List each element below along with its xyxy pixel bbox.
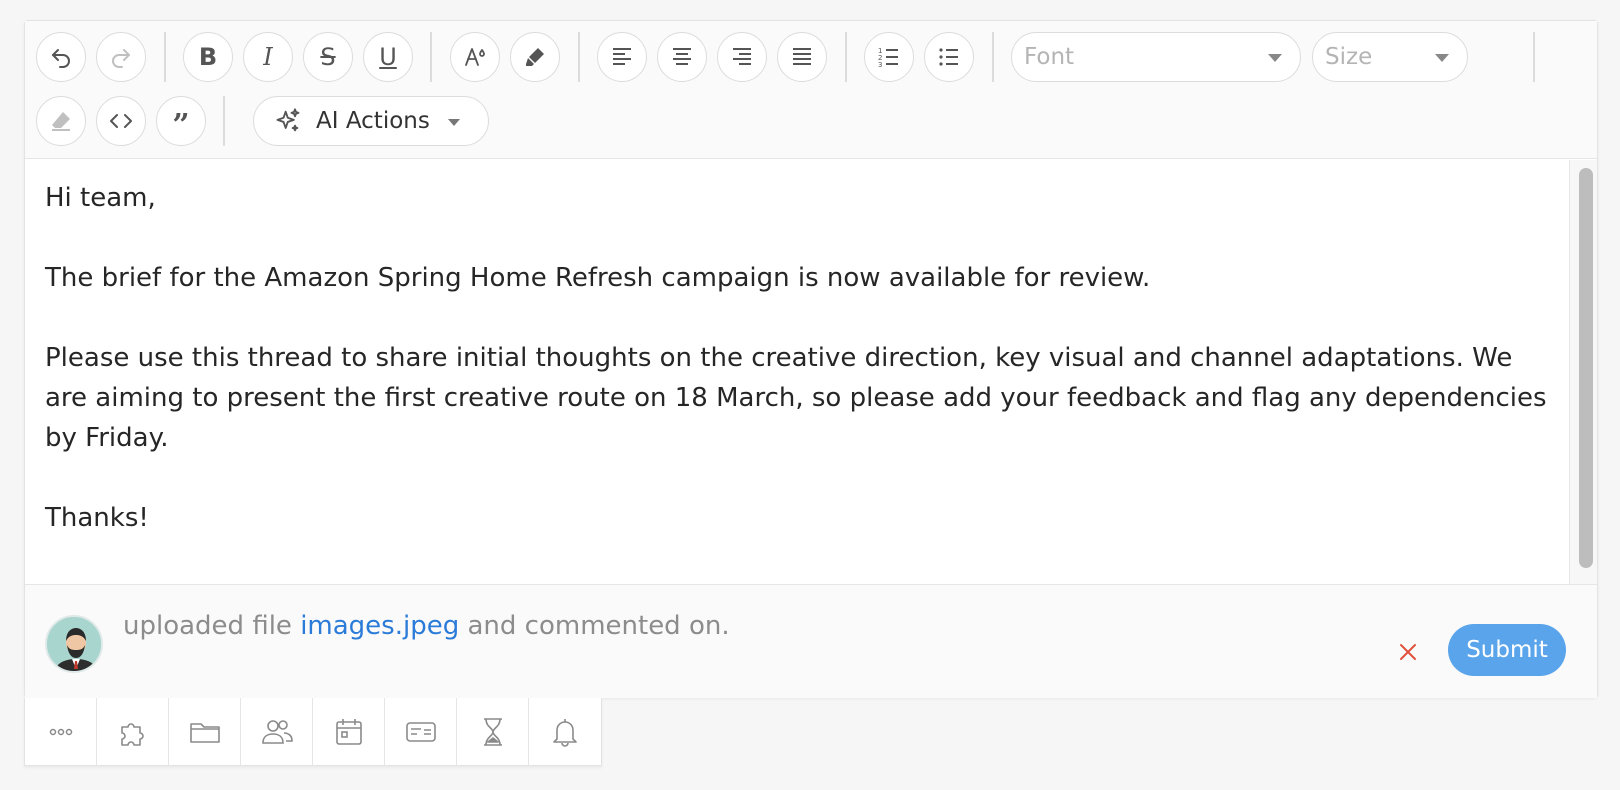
numbered-list-icon: 123 (878, 47, 898, 69)
svg-text:3: 3 (878, 61, 882, 69)
italic-icon: I (263, 43, 273, 71)
activity-text: uploaded file images.jpeg and commented … (123, 611, 730, 641)
contact-card-button[interactable] (385, 698, 457, 766)
align-center-button[interactable] (657, 32, 707, 82)
highlight-button[interactable] (510, 32, 560, 82)
text-color-icon (465, 48, 485, 66)
code-button[interactable] (96, 96, 146, 146)
toolbar-separator (430, 32, 432, 82)
message-body[interactable]: Hi team, The brief for the Amazon Spring… (25, 160, 1575, 584)
align-left-icon (613, 48, 631, 65)
bullet-list-icon (939, 48, 958, 66)
strikethrough-icon: S (320, 43, 336, 71)
font-select[interactable]: Font (1011, 32, 1301, 82)
size-select-placeholder: Size (1325, 44, 1373, 70)
toolbar-separator (578, 32, 580, 82)
align-left-button[interactable] (597, 32, 647, 82)
activity-prefix: uploaded file (123, 611, 292, 641)
justify-icon (793, 48, 811, 65)
comment-editor: B I S U 123 Font Size ” AI Actions Hi te… (24, 20, 1598, 698)
hourglass-icon (483, 718, 502, 746)
toolbar-separator (992, 32, 994, 82)
people-button[interactable] (241, 698, 313, 766)
id-card-icon (405, 722, 436, 742)
calendar-icon (335, 719, 362, 745)
editor-footer: uploaded file images.jpeg and commented … (25, 584, 1597, 698)
italic-button[interactable]: I (243, 32, 293, 82)
bell-icon (553, 719, 577, 747)
text-color-button[interactable] (450, 32, 500, 82)
highlighter-icon (526, 48, 544, 66)
quote-button[interactable]: ” (156, 96, 206, 146)
more-icon (49, 728, 72, 736)
timer-button[interactable] (457, 698, 529, 766)
close-icon (1400, 644, 1416, 660)
activity-suffix: and commented on. (467, 611, 730, 641)
font-select-placeholder: Font (1024, 44, 1075, 70)
message-paragraph: Please use this thread to share initial … (45, 343, 1547, 453)
notifications-button[interactable] (529, 698, 601, 766)
folder-icon (189, 723, 220, 743)
integrations-button[interactable] (97, 698, 169, 766)
size-select[interactable]: Size (1312, 32, 1468, 82)
puzzle-icon (120, 723, 144, 746)
undo-icon (52, 49, 70, 68)
underline-icon: U (379, 43, 397, 71)
message-closing: Thanks! (45, 503, 149, 533)
avatar (45, 615, 103, 673)
quote-icon: ” (172, 108, 190, 143)
bullet-list-button[interactable] (924, 32, 974, 82)
files-button[interactable] (169, 698, 241, 766)
more-button[interactable] (25, 698, 97, 766)
chevron-down-icon (448, 119, 460, 126)
clear-format-button[interactable] (36, 96, 86, 146)
chevron-down-icon (1268, 54, 1282, 62)
file-link[interactable]: images.jpeg (300, 611, 459, 641)
redo-icon (112, 49, 130, 68)
numbered-list-button[interactable]: 123 (864, 32, 914, 82)
toolbar-separator (223, 96, 225, 146)
justify-button[interactable] (777, 32, 827, 82)
toolbar-separator (845, 32, 847, 82)
undo-button[interactable] (36, 32, 86, 82)
toolbar-separator (1533, 32, 1535, 82)
ai-actions-label: AI Actions (316, 108, 430, 134)
redo-button[interactable] (96, 32, 146, 82)
bottom-toolbar (24, 698, 602, 766)
submit-button[interactable]: Submit (1448, 624, 1566, 676)
message-paragraph: The brief for the Amazon Spring Home Ref… (45, 263, 1151, 293)
chevron-down-icon (1435, 54, 1449, 62)
bold-icon: B (198, 43, 218, 71)
strikethrough-button[interactable]: S (303, 32, 353, 82)
editor-toolbar: B I S U 123 Font Size ” AI Actions (25, 21, 1597, 159)
align-right-button[interactable] (717, 32, 767, 82)
scrollbar-thumb[interactable] (1579, 168, 1593, 568)
underline-button[interactable]: U (363, 32, 413, 82)
calendar-button[interactable] (313, 698, 385, 766)
cancel-button[interactable] (1386, 630, 1430, 674)
code-icon (110, 114, 132, 128)
toolbar-separator (164, 32, 166, 82)
user-avatar-icon (47, 617, 101, 671)
message-greeting: Hi team, (45, 183, 156, 213)
bold-button[interactable]: B (183, 32, 233, 82)
eraser-icon (52, 112, 70, 131)
users-icon (261, 720, 293, 744)
sparkle-icon (276, 108, 300, 132)
ai-actions-button[interactable]: AI Actions (253, 96, 489, 146)
align-center-icon (673, 48, 691, 65)
align-right-icon (733, 48, 751, 65)
vertical-scrollbar[interactable] (1569, 160, 1597, 584)
